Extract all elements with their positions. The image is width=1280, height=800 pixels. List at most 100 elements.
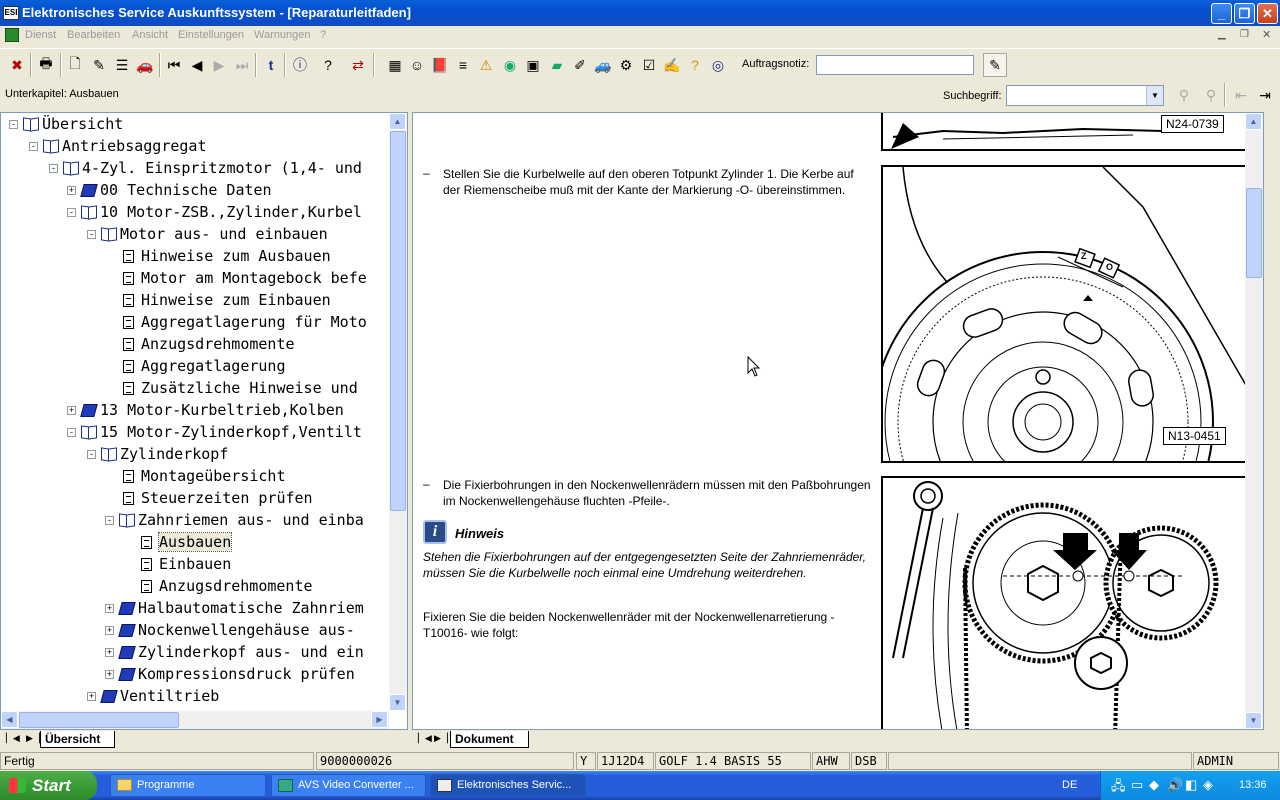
tab-dokument[interactable]: Dokument	[450, 731, 529, 748]
tree-horizontal-scrollbar[interactable]: ◀ ▶	[1, 711, 389, 729]
expand-icon[interactable]: +	[105, 648, 114, 657]
tree-item[interactable]: - 15 Motor-Zylinderkopf,Ventilt	[67, 421, 362, 443]
menu-einstellungen[interactable]: Einstellungen	[178, 29, 244, 41]
previous-page-icon[interactable]: ◀	[185, 53, 209, 77]
collapse-icon[interactable]: -	[87, 450, 96, 459]
minimize-button[interactable]: _	[1211, 3, 1232, 24]
tree-hscroll-thumb[interactable]	[19, 712, 179, 728]
swap-icon[interactable]: ⇄	[346, 53, 370, 77]
language-indicator[interactable]: DE	[1062, 779, 1077, 791]
collapse-icon[interactable]: -	[67, 428, 76, 437]
tree-item[interactable]: Hinweise zum Einbauen	[121, 289, 331, 311]
next-page-icon[interactable]: ▶	[207, 53, 231, 77]
tree-item[interactable]: Zusätzliche Hinweise und	[121, 377, 358, 399]
tree-item[interactable]: - 4-Zyl. Einspritzmotor (1,4- und	[49, 157, 362, 179]
volume-icon[interactable]: 🔊	[1167, 777, 1183, 793]
tab-uebersicht[interactable]: Übersicht	[40, 731, 116, 748]
repair-manual-icon[interactable]: ▰	[545, 53, 569, 77]
auftragsnotiz-input[interactable]	[816, 55, 974, 75]
list-view-icon[interactable]: ≡	[451, 53, 475, 77]
document-scroll-thumb[interactable]	[1246, 188, 1262, 278]
expand-icon[interactable]: +	[105, 626, 114, 635]
scroll-right-icon[interactable]: ▶	[371, 711, 388, 728]
task-programme[interactable]: Programme	[110, 774, 266, 797]
expand-tree-icon[interactable]: ⇥	[1253, 83, 1277, 107]
document-vertical-scrollbar[interactable]: ▲ ▼	[1245, 113, 1263, 729]
network-icon[interactable]: ◎	[706, 53, 730, 77]
tree-item[interactable]: - Zylinderkopf	[87, 443, 228, 465]
tree-item[interactable]: Aggregatlagerung für Moto	[121, 311, 367, 333]
collapse-icon[interactable]: -	[105, 516, 114, 525]
manual-icon[interactable]: 📕	[428, 53, 452, 77]
tab-first-icon[interactable]: ▏◀	[418, 733, 432, 744]
menu-warnungen[interactable]: Warnungen	[254, 29, 310, 41]
book-edit-icon[interactable]: ✍	[660, 53, 684, 77]
tree-item[interactable]: + Ventiltrieb	[87, 685, 219, 707]
scroll-down-icon[interactable]: ▼	[389, 694, 406, 711]
network-icon[interactable]: 🖧	[1111, 777, 1126, 799]
suchbegriff-combo[interactable]: ▼	[1006, 85, 1164, 106]
collapse-icon[interactable]: -	[49, 164, 58, 173]
print-icon[interactable]: 🖶	[34, 53, 58, 77]
expand-icon[interactable]: +	[67, 186, 76, 195]
checklist-icon[interactable]: ☑	[637, 53, 661, 77]
tree-item[interactable]: - Übersicht	[9, 113, 123, 135]
help-icon[interactable]: ?	[316, 53, 340, 77]
menu-bearbeiten[interactable]: Bearbeiten	[67, 29, 120, 41]
expand-icon[interactable]: +	[67, 406, 76, 415]
tree-item[interactable]: Montageübersicht	[121, 465, 286, 487]
tree-item[interactable]: + Kompressionsdruck prüfen	[105, 663, 355, 685]
start-button[interactable]: Start	[0, 771, 97, 800]
tray-shield-icon[interactable]: ◈	[1203, 777, 1213, 793]
tree-item[interactable]: Motor am Montagebock befe	[121, 267, 367, 289]
last-page-icon[interactable]: ⏭	[230, 53, 254, 77]
save-icon[interactable]: ▣	[521, 53, 545, 77]
document-list-icon[interactable]: ☰	[110, 53, 134, 77]
tree-item[interactable]: Aggregatlagerung	[121, 355, 286, 377]
tree-item[interactable]: Hinweise zum Ausbauen	[121, 245, 331, 267]
tray-app-icon[interactable]: ◆	[1149, 777, 1159, 793]
person-icon[interactable]: ☺	[405, 53, 429, 77]
diagnosis-icon[interactable]: ⚙	[614, 53, 638, 77]
collapse-icon[interactable]: -	[87, 230, 96, 239]
maximize-button[interactable]: ❐	[1234, 3, 1255, 24]
tree-item[interactable]: +13 Motor-Kurbeltrieb,Kolben	[67, 399, 344, 421]
tree-item[interactable]: - Antriebsaggregat	[29, 135, 207, 157]
first-page-icon[interactable]: ⏮	[162, 53, 186, 77]
mdi-minimize-icon[interactable]: ▁	[1218, 29, 1226, 40]
menu-help[interactable]: ?	[320, 29, 326, 41]
tree-item[interactable]: - Zahnriemen aus- und einba	[105, 509, 364, 531]
search-next-icon[interactable]: ⚲	[1199, 83, 1223, 107]
menu-ansicht[interactable]: Ansicht	[132, 29, 168, 41]
notiz-edit-icon[interactable]: ✎	[983, 53, 1007, 77]
clock[interactable]: 13:36	[1239, 779, 1267, 791]
task-esi[interactable]: Elektronisches Servic...	[430, 774, 586, 797]
tree-scroll-thumb[interactable]	[390, 131, 406, 511]
collapse-icon[interactable]: -	[67, 208, 76, 217]
scroll-down-icon[interactable]: ▼	[1245, 712, 1262, 729]
edit-document-icon[interactable]: ✎	[87, 53, 111, 77]
pencil-icon[interactable]: ✐	[568, 53, 592, 77]
tree-item[interactable]: Einbauen	[139, 553, 231, 575]
mdi-restore-icon[interactable]: ❐	[1240, 29, 1249, 40]
expand-icon[interactable]: +	[105, 604, 114, 613]
tree-item[interactable]: - 10 Motor-ZSB.,Zylinder,Kurbel	[67, 201, 362, 223]
tab-last-icon[interactable]: ▶▕	[26, 733, 40, 744]
vehicle-icon[interactable]: 🚗	[133, 53, 157, 77]
tree-item[interactable]: Anzugsdrehmomente	[121, 333, 295, 355]
scroll-up-icon[interactable]: ▲	[389, 113, 406, 130]
close-button[interactable]: ✕	[1257, 3, 1278, 24]
tree-item[interactable]: Ausbauen	[139, 531, 233, 553]
monitor-icon[interactable]: ▭	[1131, 777, 1143, 793]
tree-item[interactable]: - Motor aus- und einbauen	[87, 223, 328, 245]
scroll-left-icon[interactable]: ◀	[1, 711, 18, 728]
search-person-icon[interactable]: ⚲	[1172, 83, 1196, 107]
info-icon[interactable]: ⓘ	[288, 53, 312, 77]
chevron-down-icon[interactable]: ▼	[1146, 86, 1163, 105]
expand-icon[interactable]: +	[87, 692, 96, 701]
tree-vertical-scrollbar[interactable]: ▲ ▼	[389, 113, 407, 711]
mdi-close-icon[interactable]: ✕	[1262, 28, 1271, 41]
tree-item[interactable]: +00 Technische Daten	[67, 179, 272, 201]
tree-item[interactable]: + Halbautomatische Zahnriem	[105, 597, 364, 619]
tree-item[interactable]: Anzugsdrehmomente	[139, 575, 313, 597]
